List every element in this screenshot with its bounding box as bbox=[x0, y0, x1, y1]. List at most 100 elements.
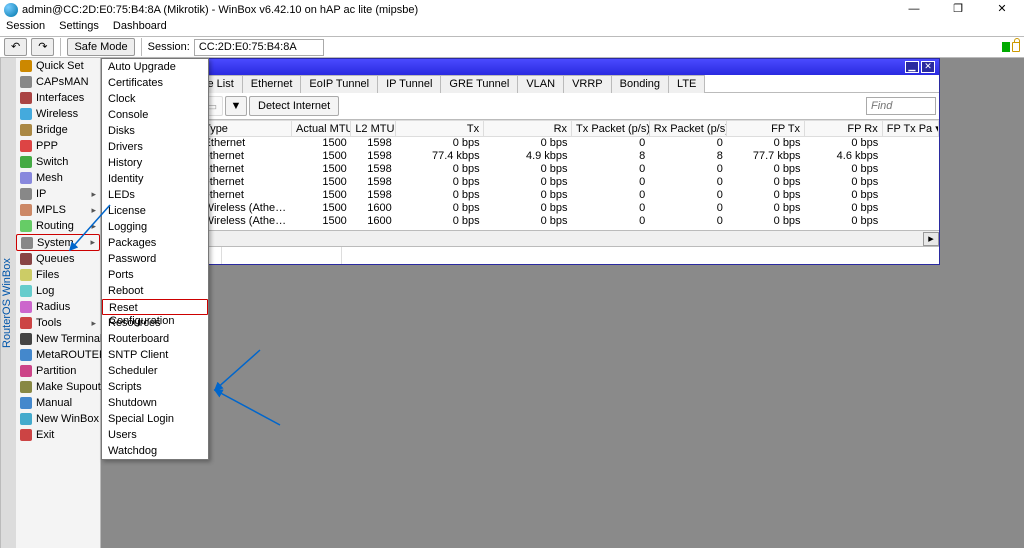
sidebar-item-ip[interactable]: IP▸ bbox=[16, 186, 100, 202]
submenu-shutdown[interactable]: Shutdown bbox=[102, 395, 208, 411]
sidebar-item-quick-set[interactable]: Quick Set bbox=[16, 58, 100, 74]
submenu-watchdog[interactable]: Watchdog bbox=[102, 443, 208, 459]
minimize-button[interactable]: ― bbox=[892, 0, 936, 20]
back-button[interactable]: ↶ bbox=[4, 38, 27, 56]
cell: 0 bbox=[572, 176, 650, 189]
submenu-users[interactable]: Users bbox=[102, 427, 208, 443]
tab-vrrp[interactable]: VRRP bbox=[563, 75, 612, 93]
sidebar-icon bbox=[20, 349, 32, 361]
sidebar-item-files[interactable]: Files bbox=[16, 267, 100, 283]
sidebar-item-capsman[interactable]: CAPsMAN bbox=[16, 74, 100, 90]
session-input[interactable] bbox=[194, 39, 324, 56]
sidebar-item-system[interactable]: System▸ bbox=[16, 234, 100, 251]
submenu-disks[interactable]: Disks bbox=[102, 123, 208, 139]
horizontal-scrollbar[interactable]: ◂ ▸ bbox=[102, 230, 939, 246]
sidebar-item-ppp[interactable]: PPP bbox=[16, 138, 100, 154]
sidebar-item-manual[interactable]: Manual bbox=[16, 395, 100, 411]
col-header[interactable]: Tx bbox=[396, 121, 484, 137]
submenu-console[interactable]: Console bbox=[102, 107, 208, 123]
col-header[interactable]: FP Tx Pa ▾ bbox=[882, 121, 938, 137]
submenu-routerboard[interactable]: Routerboard bbox=[102, 331, 208, 347]
win-close-icon[interactable]: ✕ bbox=[921, 61, 935, 73]
detect-internet-button[interactable]: Detect Internet bbox=[249, 96, 339, 116]
submenu-clock[interactable]: Clock bbox=[102, 91, 208, 107]
submenu-ports[interactable]: Ports bbox=[102, 267, 208, 283]
submenu-scheduler[interactable]: Scheduler bbox=[102, 363, 208, 379]
submenu-sntp-client[interactable]: SNTP Client bbox=[102, 347, 208, 363]
sidebar-item-new-terminal[interactable]: New Terminal bbox=[16, 331, 100, 347]
col-header[interactable]: FP Rx bbox=[805, 121, 883, 137]
submenu-certificates[interactable]: Certificates bbox=[102, 75, 208, 91]
table-row[interactable]: Wireless (Atheros AR9...150016000 bps0 b… bbox=[103, 215, 939, 228]
submenu-identity[interactable]: Identity bbox=[102, 171, 208, 187]
sidebar-icon bbox=[20, 269, 32, 281]
chevron-right-icon: ▸ bbox=[91, 189, 96, 200]
sidebar-item-log[interactable]: Log bbox=[16, 283, 100, 299]
col-header[interactable]: Actual MTU bbox=[292, 121, 351, 137]
sidebar-label: Partition bbox=[36, 365, 76, 377]
col-header[interactable]: Type bbox=[200, 121, 292, 137]
tab-lte[interactable]: LTE bbox=[668, 75, 705, 93]
table-row[interactable]: Wireless (Atheros AR9...150016000 bps0 b… bbox=[103, 202, 939, 215]
submenu-packages[interactable]: Packages bbox=[102, 235, 208, 251]
sidebar-item-switch[interactable]: Switch bbox=[16, 154, 100, 170]
menu-settings[interactable]: Settings bbox=[59, 20, 99, 36]
menu-session[interactable]: Session bbox=[6, 20, 45, 36]
sidebar-item-mesh[interactable]: Mesh bbox=[16, 170, 100, 186]
table-row[interactable]: ♦ether1Ethernet150015980 bps0 bps000 bps… bbox=[103, 137, 939, 150]
submenu-auto-upgrade[interactable]: Auto Upgrade bbox=[102, 59, 208, 75]
col-header[interactable]: Tx Packet (p/s) bbox=[572, 121, 650, 137]
maximize-button[interactable]: ❐ bbox=[936, 0, 980, 20]
sidebar-item-interfaces[interactable]: Interfaces bbox=[16, 90, 100, 106]
sidebar-label: Log bbox=[36, 285, 54, 297]
table-row[interactable]: ethernet150015980 bps0 bps000 bps0 bps bbox=[103, 189, 939, 202]
submenu-scripts[interactable]: Scripts bbox=[102, 379, 208, 395]
filter-button[interactable]: ▼ bbox=[225, 96, 247, 116]
table-row[interactable]: ethernet150015980 bps0 bps000 bps0 bps bbox=[103, 163, 939, 176]
table-row[interactable]: ethernet150015980 bps0 bps000 bps0 bps bbox=[103, 176, 939, 189]
sidebar-item-wireless[interactable]: Wireless bbox=[16, 106, 100, 122]
submenu-drivers[interactable]: Drivers bbox=[102, 139, 208, 155]
sidebar-item-routing[interactable]: Routing▸ bbox=[16, 218, 100, 234]
submenu-password[interactable]: Password bbox=[102, 251, 208, 267]
sidebar-item-mpls[interactable]: MPLS▸ bbox=[16, 202, 100, 218]
window-toolbar: ╋▾ ━ ✓ ✗ ▭ ▼ Detect Internet bbox=[102, 93, 939, 120]
sidebar-label: New Terminal bbox=[36, 333, 102, 345]
sidebar-item-exit[interactable]: Exit bbox=[16, 427, 100, 443]
col-header[interactable]: FP Tx bbox=[727, 121, 805, 137]
sidebar-item-bridge[interactable]: Bridge bbox=[16, 122, 100, 138]
col-header[interactable]: Rx Packet (p/s) bbox=[649, 121, 727, 137]
safe-mode-button[interactable]: Safe Mode bbox=[67, 38, 134, 56]
sidebar-item-queues[interactable]: Queues bbox=[16, 251, 100, 267]
menu-dashboard[interactable]: Dashboard bbox=[113, 20, 167, 36]
table-row[interactable]: ethernet1500159877.4 kbps4.9 kbps8877.7 … bbox=[103, 150, 939, 163]
col-header[interactable]: L2 MTU bbox=[351, 121, 396, 137]
cell: 1598 bbox=[351, 189, 396, 202]
find-input[interactable] bbox=[866, 97, 936, 115]
submenu-resources[interactable]: Resources bbox=[102, 315, 208, 331]
sidebar-item-tools[interactable]: Tools▸ bbox=[16, 315, 100, 331]
sidebar-item-metarouter[interactable]: MetaROUTER bbox=[16, 347, 100, 363]
tab-bonding[interactable]: Bonding bbox=[611, 75, 669, 93]
close-button[interactable]: ✕ bbox=[980, 0, 1024, 20]
submenu-special-login[interactable]: Special Login bbox=[102, 411, 208, 427]
sidebar-item-new-winbox[interactable]: New WinBox bbox=[16, 411, 100, 427]
tab-gre-tunnel[interactable]: GRE Tunnel bbox=[440, 75, 518, 93]
submenu-reboot[interactable]: Reboot bbox=[102, 283, 208, 299]
submenu-reset-configuration[interactable]: Reset Configuration bbox=[102, 299, 208, 315]
tab-vlan[interactable]: VLAN bbox=[517, 75, 564, 93]
forward-button[interactable]: ↷ bbox=[31, 38, 54, 56]
cell: 4.6 kbps bbox=[805, 150, 883, 163]
col-header[interactable]: Rx bbox=[484, 121, 572, 137]
tab-ethernet[interactable]: Ethernet bbox=[242, 75, 302, 93]
sidebar-item-partition[interactable]: Partition bbox=[16, 363, 100, 379]
tab-eoip-tunnel[interactable]: EoIP Tunnel bbox=[300, 75, 378, 93]
sidebar-item-make-supout.rif[interactable]: Make Supout.rif bbox=[16, 379, 100, 395]
tab-ip-tunnel[interactable]: IP Tunnel bbox=[377, 75, 441, 93]
win-min-icon[interactable]: ▁ bbox=[905, 61, 919, 73]
submenu-leds[interactable]: LEDs bbox=[102, 187, 208, 203]
sidebar-item-radius[interactable]: Radius bbox=[16, 299, 100, 315]
submenu-logging[interactable]: Logging bbox=[102, 219, 208, 235]
submenu-license[interactable]: License bbox=[102, 203, 208, 219]
submenu-history[interactable]: History bbox=[102, 155, 208, 171]
